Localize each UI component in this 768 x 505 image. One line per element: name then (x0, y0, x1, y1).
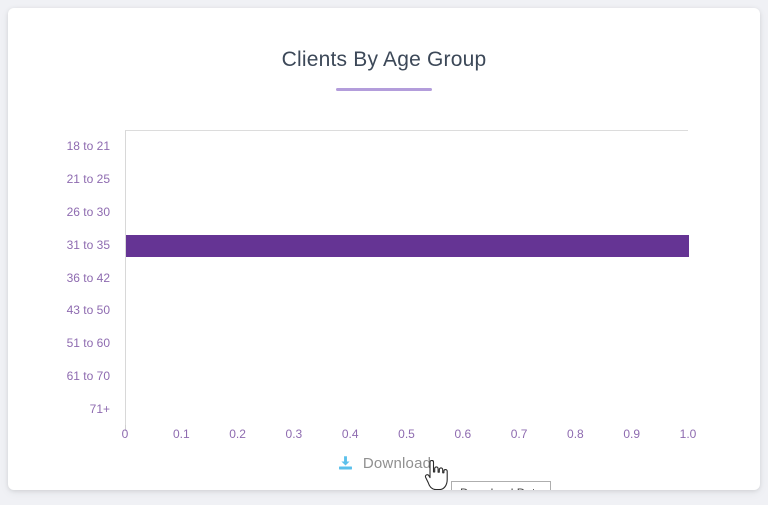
y-axis-tick-label: 36 to 42 (66, 270, 110, 285)
download-icon[interactable] (337, 455, 354, 472)
chart-card: Clients By Age Group 18 to 21 21 to 25 26 … (8, 8, 760, 490)
y-axis-tick-label: 31 to 35 (66, 237, 110, 252)
bar-31-to-35[interactable] (126, 234, 689, 257)
download-label: Download (362, 455, 432, 472)
y-axis-tick-label: 26 to 30 (66, 204, 110, 219)
tooltip-download-data: Download Data (451, 481, 552, 490)
y-axis-tick-label: 71+ (89, 401, 110, 416)
x-axis-tick-label: 0.9 (623, 427, 641, 441)
y-axis-tick-label: 21 to 25 (66, 172, 110, 187)
x-axis-tick-label: 0.6 (454, 427, 472, 441)
x-axis-tick-label: 0.7 (510, 427, 528, 441)
x-axis-tick-label: 0.1 (172, 427, 190, 441)
x-axis-tick-label: 0.4 (341, 427, 359, 441)
y-axis-tick-label: 61 to 70 (66, 368, 110, 383)
y-axis-tick-label: 51 to 60 (66, 336, 110, 351)
x-axis-tick-label: 0.8 (567, 427, 584, 441)
x-axis-tick-label: 0.5 (398, 427, 415, 441)
x-axis-tick-label: 0.2 (229, 427, 246, 441)
download-button[interactable]: Download (8, 455, 760, 472)
y-axis-tick-labels: 18 to 21 21 to 25 26 to 30 31 to 35 36 to 42… (8, 130, 118, 425)
y-axis-tick-label: 18 to 21 (66, 139, 110, 154)
y-axis-tick-label: 43 to 50 (66, 303, 110, 318)
x-axis-tick-label: 1.0 (679, 427, 697, 441)
plot-area (125, 130, 689, 425)
x-axis-tick-labels: 0 0.1 0.2 0.3 0.4 0.5 0.6 0.7 0.8 0.9 1.0 (121, 427, 697, 447)
x-axis-tick-label: 0.3 (285, 427, 303, 441)
bar-chart: 18 to 21 21 to 25 26 to 30 31 to 35 36 to 42… (8, 8, 760, 490)
x-axis-tick-label: 0 (121, 427, 129, 441)
